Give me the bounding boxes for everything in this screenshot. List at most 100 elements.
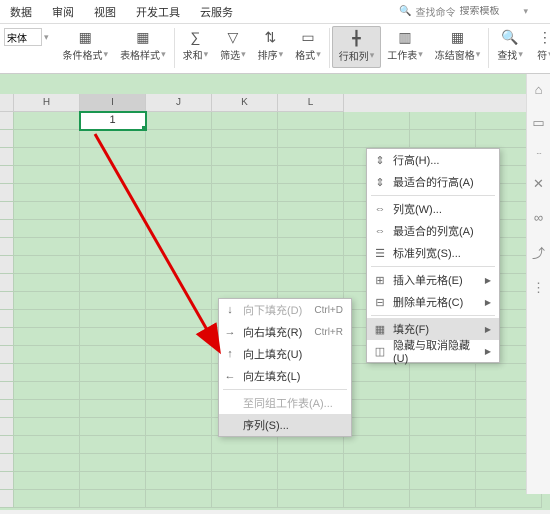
cell[interactable] xyxy=(410,454,476,472)
cell[interactable] xyxy=(14,220,80,238)
cell[interactable] xyxy=(212,166,278,184)
cell[interactable] xyxy=(278,166,344,184)
cell[interactable] xyxy=(278,148,344,166)
side-icon[interactable]: ⤴ xyxy=(532,243,545,262)
cell[interactable] xyxy=(278,220,344,238)
cell[interactable] xyxy=(278,202,344,220)
menu-item[interactable]: ←向左填充(L) xyxy=(219,365,351,387)
cell[interactable] xyxy=(278,472,344,490)
cell[interactable] xyxy=(14,436,80,454)
cell[interactable] xyxy=(344,130,410,148)
ribbon-table-style[interactable]: ▦表格样式▾ xyxy=(114,26,172,68)
cell[interactable] xyxy=(212,130,278,148)
cell[interactable] xyxy=(146,238,212,256)
tab-view[interactable]: 视图 xyxy=(84,0,126,24)
cell[interactable] xyxy=(212,472,278,490)
cell[interactable] xyxy=(344,436,410,454)
cell[interactable] xyxy=(14,202,80,220)
cell[interactable] xyxy=(344,382,410,400)
cell[interactable] xyxy=(146,220,212,238)
cell[interactable] xyxy=(278,184,344,202)
col-header[interactable]: H xyxy=(14,94,80,112)
cell[interactable] xyxy=(80,130,146,148)
cell[interactable] xyxy=(14,112,80,130)
chevron-down-icon[interactable]: ▾ xyxy=(44,32,49,43)
cell[interactable] xyxy=(80,256,146,274)
cell[interactable] xyxy=(146,346,212,364)
cell[interactable] xyxy=(410,130,476,148)
cell[interactable] xyxy=(278,436,344,454)
cell[interactable] xyxy=(80,364,146,382)
ribbon-symbol[interactable]: ⋮符▾ xyxy=(529,26,550,68)
cell[interactable] xyxy=(212,202,278,220)
cell[interactable] xyxy=(80,472,146,490)
cell[interactable] xyxy=(278,256,344,274)
menu-item[interactable]: ⇔列宽(W)... xyxy=(367,198,499,220)
cell[interactable] xyxy=(146,292,212,310)
cell[interactable] xyxy=(80,346,146,364)
cell[interactable] xyxy=(146,328,212,346)
menu-item[interactable]: ⊞插入单元格(E)▶ xyxy=(367,269,499,291)
cell[interactable] xyxy=(410,490,476,508)
cell[interactable] xyxy=(410,112,476,130)
cell[interactable] xyxy=(80,310,146,328)
cell[interactable] xyxy=(212,148,278,166)
cell[interactable] xyxy=(344,454,410,472)
cell[interactable] xyxy=(80,184,146,202)
cell[interactable] xyxy=(146,310,212,328)
col-header[interactable]: J xyxy=(146,94,212,112)
ribbon-sort[interactable]: ⇅排序▾ xyxy=(252,26,290,68)
ribbon-format[interactable]: ▭格式▾ xyxy=(289,26,327,68)
side-icon[interactable]: ✕ xyxy=(533,176,544,192)
cell[interactable] xyxy=(80,202,146,220)
cell[interactable] xyxy=(146,436,212,454)
cell[interactable] xyxy=(146,418,212,436)
cell[interactable] xyxy=(80,274,146,292)
cell[interactable] xyxy=(146,454,212,472)
chevron-down-icon[interactable]: ▾ xyxy=(523,6,528,17)
cell[interactable] xyxy=(80,148,146,166)
cell[interactable] xyxy=(146,472,212,490)
menu-item[interactable]: ⇔最适合的列宽(A) xyxy=(367,220,499,242)
cell[interactable] xyxy=(146,184,212,202)
tab-cloud[interactable]: 云服务 xyxy=(190,0,243,24)
cell[interactable] xyxy=(14,400,80,418)
cell[interactable] xyxy=(80,436,146,454)
cell[interactable] xyxy=(344,490,410,508)
menu-item[interactable]: ⇕行高(H)... xyxy=(367,149,499,171)
cell[interactable] xyxy=(146,130,212,148)
cell[interactable] xyxy=(146,490,212,508)
cell[interactable] xyxy=(344,364,410,382)
cell[interactable] xyxy=(146,256,212,274)
col-header[interactable]: L xyxy=(278,94,344,112)
cell[interactable] xyxy=(14,148,80,166)
cell[interactable] xyxy=(344,418,410,436)
tab-devtools[interactable]: 开发工具 xyxy=(126,0,190,24)
cell[interactable] xyxy=(212,436,278,454)
cell[interactable] xyxy=(146,112,212,130)
cell[interactable] xyxy=(146,166,212,184)
font-select[interactable] xyxy=(4,28,42,46)
col-header[interactable]: I xyxy=(80,94,146,112)
cell[interactable] xyxy=(146,148,212,166)
menu-item[interactable]: ☰标准列宽(S)... xyxy=(367,242,499,264)
ribbon-freeze[interactable]: ▦冻结窗格▾ xyxy=(429,26,487,68)
cell[interactable] xyxy=(212,454,278,472)
cell[interactable] xyxy=(212,184,278,202)
menu-item[interactable]: ⇕最适合的行高(A) xyxy=(367,171,499,193)
menu-item[interactable]: 序列(S)... xyxy=(219,414,351,436)
cell[interactable] xyxy=(344,112,410,130)
cell[interactable] xyxy=(80,166,146,184)
cell[interactable] xyxy=(410,436,476,454)
cell[interactable] xyxy=(80,238,146,256)
cell[interactable] xyxy=(14,364,80,382)
cell[interactable] xyxy=(212,238,278,256)
cell[interactable] xyxy=(14,418,80,436)
side-icon[interactable]: ∞ xyxy=(534,210,543,225)
ribbon-cond-format[interactable]: ▦条件格式▾ xyxy=(57,26,115,68)
cell[interactable] xyxy=(80,418,146,436)
ribbon-find[interactable]: 🔍查找▾ xyxy=(491,26,529,68)
cell[interactable] xyxy=(14,184,80,202)
cell[interactable] xyxy=(344,472,410,490)
menu-item[interactable]: ↑向上填充(U) xyxy=(219,343,351,365)
